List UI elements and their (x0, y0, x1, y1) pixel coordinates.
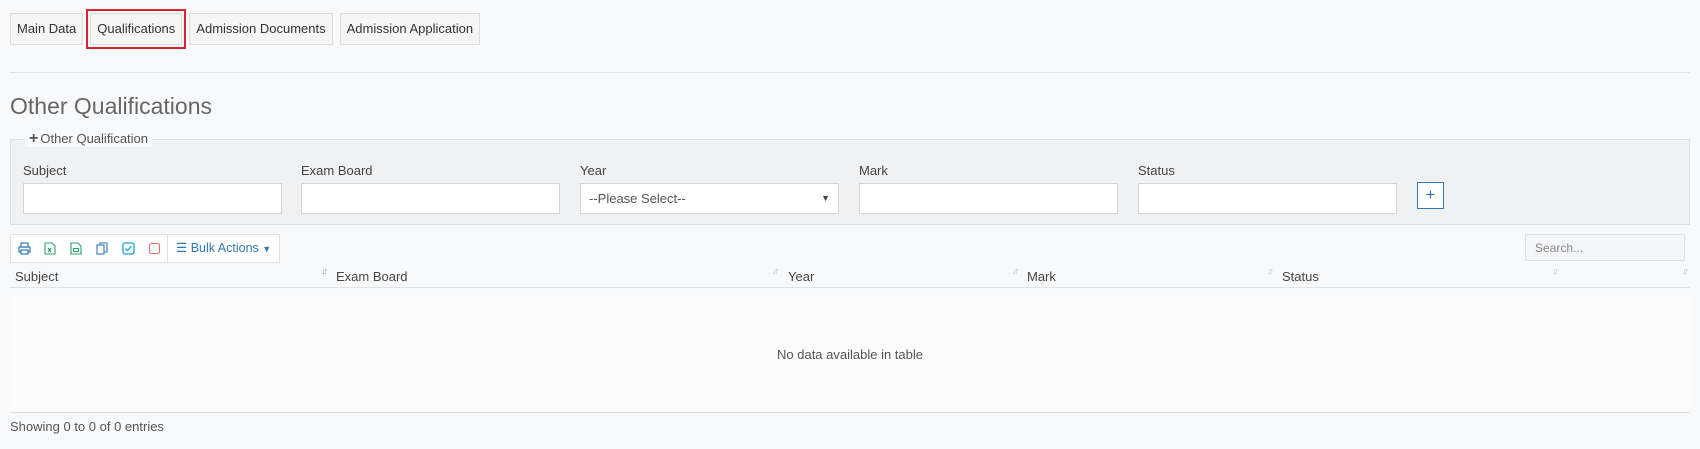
print-icon[interactable] (11, 235, 37, 262)
subject-input[interactable] (23, 183, 282, 214)
chevron-down-icon: ▼ (821, 193, 830, 203)
column-header-subject[interactable]: Subject (15, 269, 58, 284)
tab-main-data[interactable]: Main Data (10, 13, 84, 45)
sort-icon: ↓↑ (1682, 266, 1689, 276)
table-body: No data available in table (10, 295, 1690, 413)
mark-label: Mark (859, 163, 888, 178)
excel-icon[interactable] (37, 235, 63, 262)
mark-group: Mark (859, 163, 1118, 214)
sort-icon: ↓↑ (1552, 266, 1559, 276)
divider (10, 72, 1690, 73)
year-label: Year (580, 163, 607, 178)
subject-group: Subject (23, 163, 282, 214)
add-qualification-form: + Other Qualification Subject Exam Board … (10, 131, 1690, 225)
form-legend-label: Other Qualification (40, 131, 149, 146)
year-select-value: --Please Select-- (589, 191, 686, 206)
exam-board-label: Exam Board (301, 163, 373, 178)
sort-icon: ↓↑ (1012, 266, 1019, 276)
sort-icon: ↓↑ (772, 266, 779, 276)
select-all-icon[interactable] (115, 235, 141, 262)
page-title: Other Qualifications (10, 93, 212, 119)
column-header-mark[interactable]: Mark (1027, 269, 1056, 284)
caret-down-icon: ▼ (262, 244, 272, 254)
status-group: Status (1138, 163, 1397, 214)
year-group: Year --Please Select-- ▼ (580, 163, 839, 214)
status-input[interactable] (1138, 183, 1397, 214)
sort-asc-icon: ↓↑ (321, 266, 328, 276)
table-info: Showing 0 to 0 of 0 entries (10, 419, 164, 434)
tab-admission-application[interactable]: Admission Application (339, 13, 481, 45)
column-header-year[interactable]: Year (788, 269, 814, 284)
mark-input[interactable] (859, 183, 1118, 214)
table-toolbar: ☰ Bulk Actions ▼ (10, 234, 281, 263)
table-header: Subject ↓↑ Exam Board ↓↑ Year ↓↑ Mark ↓↑… (10, 266, 1690, 288)
exam-board-group: Exam Board (301, 163, 560, 214)
deselect-icon[interactable] (141, 235, 167, 262)
subject-label: Subject (23, 163, 67, 178)
bulk-actions-button[interactable]: ☰ Bulk Actions ▼ (167, 235, 279, 262)
column-header-status[interactable]: Status (1282, 269, 1319, 284)
empty-table-message: No data available in table (777, 347, 923, 362)
form-legend[interactable]: + Other Qualification (25, 130, 153, 147)
column-header-exam-board[interactable]: Exam Board (336, 269, 408, 284)
plus-icon: + (29, 130, 39, 147)
bulk-actions-label: Bulk Actions (190, 241, 259, 255)
exam-board-input[interactable] (301, 183, 560, 214)
year-select[interactable]: --Please Select-- ▼ (580, 183, 839, 214)
tab-admission-documents[interactable]: Admission Documents (189, 13, 333, 45)
status-label: Status (1138, 163, 1175, 178)
list-icon: ☰ (176, 241, 188, 255)
csv-icon[interactable] (63, 235, 89, 262)
search-input[interactable] (1525, 234, 1685, 261)
copy-icon[interactable] (89, 235, 115, 262)
sort-icon: ↓↑ (1267, 266, 1274, 276)
add-qualification-button[interactable]: + (1417, 182, 1444, 209)
tab-bar: Main Data Qualifications Admission Docum… (10, 9, 487, 49)
tab-qualifications[interactable]: Qualifications (86, 9, 187, 49)
